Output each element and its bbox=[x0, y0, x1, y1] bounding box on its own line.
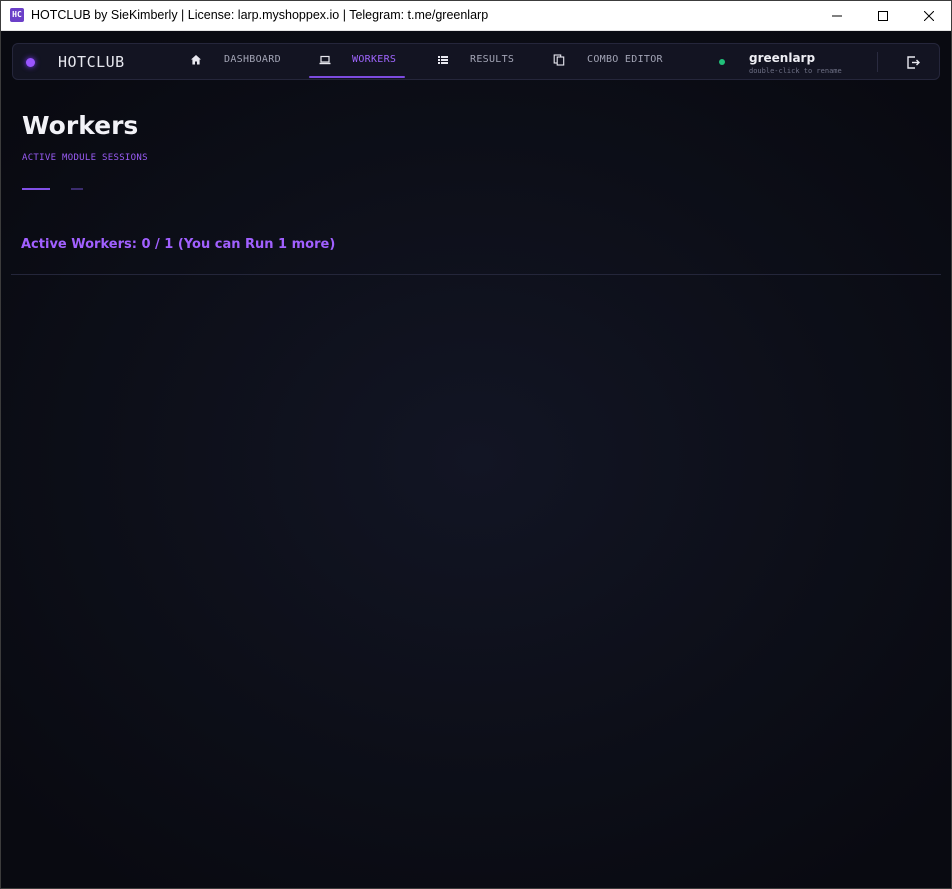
nav-label-dashboard: DASHBOARD bbox=[224, 54, 281, 65]
page-title: Workers bbox=[22, 111, 139, 140]
brand-name: HOTCLUB bbox=[58, 53, 125, 71]
rename-hint: double-click to rename bbox=[749, 67, 842, 75]
window-titlebar[interactable]: HC HOTCLUB by SieKimberly | License: lar… bbox=[0, 0, 952, 31]
top-navbar: HOTCLUB DASHBOARD WORKERS RESULTS COMBO … bbox=[12, 43, 940, 80]
title-accent-line bbox=[22, 188, 50, 190]
close-button[interactable] bbox=[906, 0, 952, 31]
close-icon bbox=[924, 10, 934, 21]
brand-dot bbox=[26, 58, 35, 67]
navbar-divider bbox=[877, 52, 878, 72]
nav-item-workers[interactable]: WORKERS bbox=[309, 44, 405, 79]
maximize-icon bbox=[878, 10, 888, 21]
nav-label-workers: WORKERS bbox=[352, 54, 397, 65]
page-subtitle: ACTIVE MODULE SESSIONS bbox=[22, 153, 148, 163]
active-workers-status: Active Workers: 0 / 1 (You can Run 1 mor… bbox=[21, 237, 336, 252]
logout-button[interactable] bbox=[906, 55, 921, 70]
section-divider bbox=[11, 274, 941, 275]
laptop-icon bbox=[319, 55, 331, 65]
online-status-dot bbox=[719, 59, 725, 65]
nav-item-dashboard[interactable]: DASHBOARD bbox=[189, 44, 289, 79]
user-name[interactable]: greenlarp bbox=[749, 51, 815, 65]
title-accent-line-short bbox=[71, 188, 83, 190]
nav-item-results[interactable]: RESULTS bbox=[433, 44, 523, 79]
minimize-button[interactable] bbox=[814, 0, 860, 31]
app-content: HOTCLUB DASHBOARD WORKERS RESULTS COMBO … bbox=[1, 31, 951, 888]
list-icon bbox=[438, 56, 448, 64]
copy-icon bbox=[553, 54, 565, 66]
app-icon: HC bbox=[10, 8, 24, 22]
active-tab-indicator bbox=[309, 76, 405, 78]
nav-label-results: RESULTS bbox=[470, 54, 515, 65]
window-title: HOTCLUB by SieKimberly | License: larp.m… bbox=[31, 8, 489, 22]
logout-icon bbox=[907, 56, 920, 69]
maximize-button[interactable] bbox=[860, 0, 906, 31]
nav-item-combo-editor[interactable]: COMBO EDITOR bbox=[551, 44, 671, 79]
minimize-icon bbox=[832, 15, 842, 16]
home-icon bbox=[191, 55, 201, 65]
nav-label-combo-editor: COMBO EDITOR bbox=[587, 54, 663, 65]
